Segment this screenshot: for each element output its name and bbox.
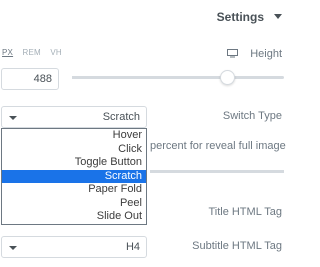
option-scratch[interactable]: Scratch bbox=[2, 169, 146, 183]
option-slide-out[interactable]: Slide Out bbox=[2, 210, 146, 224]
subtitle-tag-select[interactable]: H4 bbox=[1, 236, 147, 258]
panel-header: Settings bbox=[0, 0, 300, 34]
unit-switcher: PX REM VH bbox=[2, 48, 69, 57]
monitor-icon[interactable] bbox=[227, 49, 238, 58]
option-peel[interactable]: Peel bbox=[2, 197, 146, 211]
settings-title[interactable]: Settings bbox=[217, 10, 264, 24]
switch-type-value: Scratch bbox=[102, 111, 140, 123]
height-slider-handle[interactable] bbox=[219, 70, 235, 85]
title-tag-label: Title HTML Tag bbox=[208, 206, 282, 218]
height-slider-fill bbox=[72, 76, 227, 79]
unit-px[interactable]: PX bbox=[2, 48, 13, 57]
unit-vh[interactable]: VH bbox=[50, 48, 62, 57]
subtitle-tag-label: Subtitle HTML Tag bbox=[192, 240, 282, 252]
switch-type-options[interactable]: Hover Click Toggle Button Scratch Paper … bbox=[1, 128, 147, 225]
height-label: Height bbox=[250, 48, 282, 60]
subtitle-tag-value: H4 bbox=[125, 241, 140, 253]
option-toggle-button[interactable]: Toggle Button bbox=[2, 156, 146, 170]
percent-label: percent for reveal full image bbox=[150, 140, 286, 152]
chevron-down-icon[interactable] bbox=[274, 14, 282, 19]
caret-down-icon bbox=[9, 246, 17, 250]
height-input[interactable]: 488 bbox=[1, 68, 59, 90]
caret-down-icon bbox=[9, 116, 17, 120]
switch-type-label: Switch Type bbox=[222, 110, 282, 122]
height-slider-track[interactable] bbox=[72, 76, 284, 79]
option-click[interactable]: Click bbox=[2, 143, 146, 157]
unit-rem[interactable]: REM bbox=[23, 48, 41, 57]
switch-type-select[interactable]: Scratch bbox=[1, 106, 147, 128]
option-paper-fold[interactable]: Paper Fold bbox=[2, 183, 146, 197]
option-hover[interactable]: Hover bbox=[2, 129, 146, 143]
percent-slider-track[interactable] bbox=[150, 170, 284, 173]
